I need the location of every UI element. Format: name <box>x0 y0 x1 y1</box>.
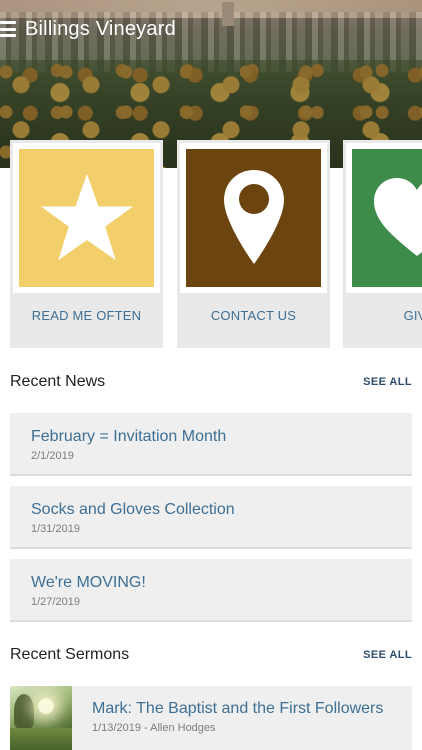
tile-contact-us[interactable]: CONTACT US <box>177 140 330 348</box>
sermon-item[interactable]: Mark: The Baptist and the First Follower… <box>10 686 412 750</box>
sermon-thumbnail <box>10 686 72 750</box>
news-item-date: 1/31/2019 <box>31 523 80 535</box>
news-item[interactable]: Socks and Gloves Collection 1/31/2019 <box>10 486 412 549</box>
news-item-title: February = Invitation Month <box>31 428 227 445</box>
heart-icon <box>374 178 422 256</box>
tile-label: CONTACT US <box>210 308 297 323</box>
app-title: Billings Vineyard <box>25 17 176 40</box>
sermon-title: Mark: The Baptist and the First Follower… <box>92 700 384 717</box>
tile-image <box>352 149 422 287</box>
feature-tiles: READ ME OFTEN CONTACT US GIVE <box>10 140 422 350</box>
hero-tower <box>222 2 234 26</box>
tile-label: GIVE <box>403 308 422 323</box>
tile-image <box>19 149 154 287</box>
tile-label: READ ME OFTEN <box>31 308 142 323</box>
tile-image-frame <box>180 143 327 293</box>
tile-image-frame <box>346 143 422 293</box>
top-bar: Billings Vineyard <box>0 14 176 44</box>
news-item[interactable]: February = Invitation Month 2/1/2019 <box>10 413 412 476</box>
sermon-text: Mark: The Baptist and the First Follower… <box>72 686 383 750</box>
recent-news-header: Recent News SEE ALL <box>10 370 412 394</box>
sermon-meta: 1/13/2019 - Allen Hodges <box>92 722 216 734</box>
news-item-title: We're MOVING! <box>31 574 146 591</box>
map-pin-icon <box>223 170 284 264</box>
news-item-date: 1/27/2019 <box>31 596 80 608</box>
tile-image <box>186 149 321 287</box>
recent-sermons-header: Recent Sermons SEE ALL <box>10 643 412 667</box>
news-item[interactable]: We're MOVING! 1/27/2019 <box>10 559 412 622</box>
tile-image-frame <box>13 143 160 293</box>
tile-read-me-often[interactable]: READ ME OFTEN <box>10 140 163 348</box>
see-all-news-link[interactable]: SEE ALL <box>363 376 412 388</box>
hamburger-menu-icon[interactable] <box>0 21 18 37</box>
section-title: Recent Sermons <box>10 646 130 663</box>
see-all-sermons-link[interactable]: SEE ALL <box>363 649 412 661</box>
star-icon <box>40 173 133 261</box>
section-title: Recent News <box>10 373 106 390</box>
news-item-title: Socks and Gloves Collection <box>31 501 235 518</box>
news-item-date: 2/1/2019 <box>31 450 74 462</box>
tile-give[interactable]: GIVE <box>343 140 422 348</box>
